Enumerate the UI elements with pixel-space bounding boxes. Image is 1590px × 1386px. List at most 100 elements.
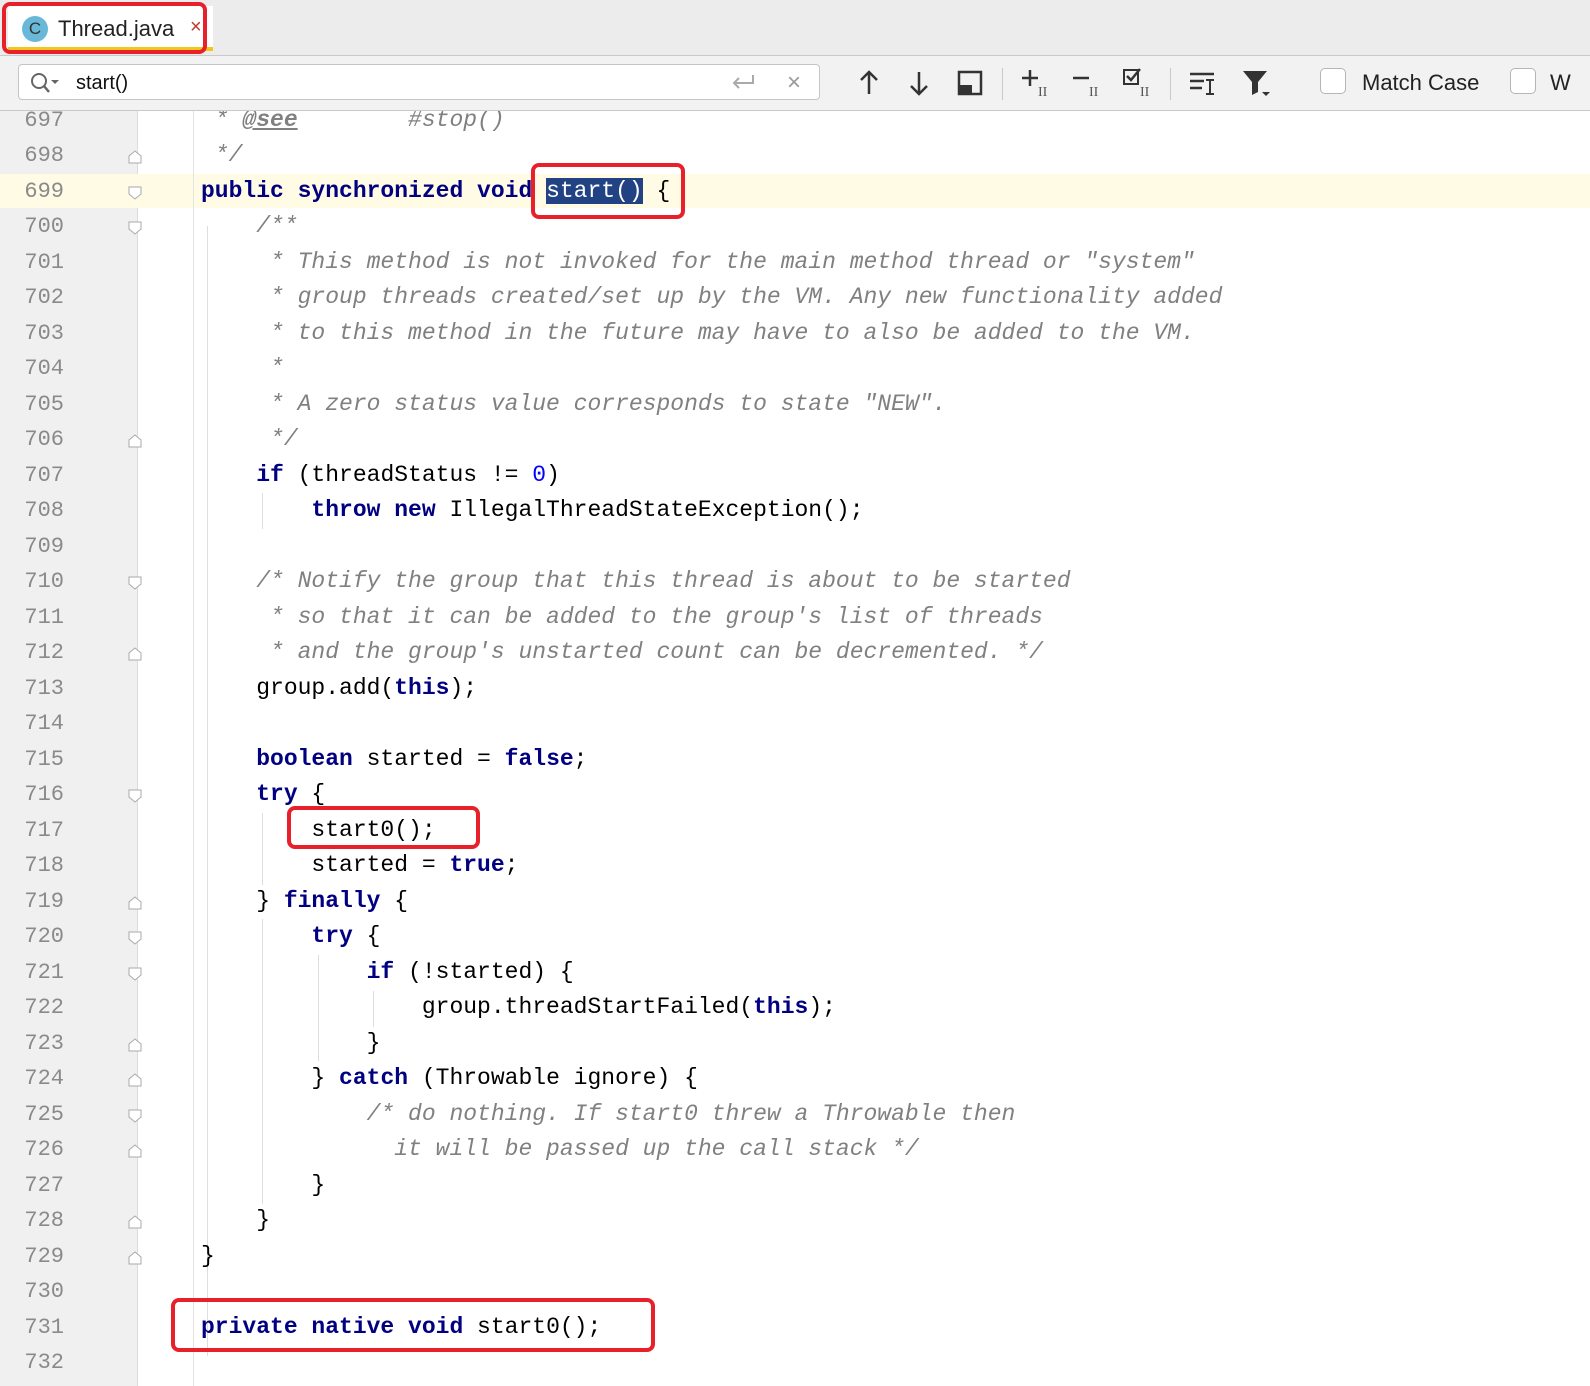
code-line: */ bbox=[201, 142, 243, 168]
line-number: 722 bbox=[24, 995, 64, 1020]
match-case-checkbox[interactable] bbox=[1320, 68, 1346, 94]
fold-end-icon[interactable] bbox=[128, 1251, 142, 1265]
keyword: this bbox=[394, 675, 450, 701]
code-line: it will be passed up the call stack */ bbox=[201, 1136, 919, 1162]
line-number: 698 bbox=[24, 143, 64, 168]
fold-end-icon[interactable] bbox=[128, 1038, 142, 1052]
number-literal: 0 bbox=[532, 462, 547, 488]
line-number: 710 bbox=[24, 569, 64, 594]
code-line: if (!started) { bbox=[201, 955, 574, 991]
svg-text:II: II bbox=[1140, 85, 1150, 100]
line-number: 731 bbox=[24, 1315, 64, 1340]
line-number: 730 bbox=[24, 1279, 64, 1304]
clear-search-icon[interactable]: × bbox=[787, 69, 801, 97]
code-line: * group threads created/set up by the VM… bbox=[201, 284, 1223, 310]
fold-start-icon[interactable] bbox=[128, 576, 142, 590]
line-number: 709 bbox=[24, 534, 64, 559]
line-number: 732 bbox=[24, 1350, 64, 1375]
fold-end-icon[interactable] bbox=[128, 150, 142, 164]
line-number: 713 bbox=[24, 676, 64, 701]
select-all-occurrences-icon[interactable]: II bbox=[1120, 66, 1154, 100]
previous-occurrence-icon[interactable] bbox=[852, 66, 886, 100]
line-number: 719 bbox=[24, 889, 64, 914]
remove-occurrence-icon[interactable]: II bbox=[1069, 66, 1103, 100]
fold-start-icon[interactable] bbox=[128, 789, 142, 803]
keyword: catch bbox=[339, 1065, 409, 1091]
fold-start-icon[interactable] bbox=[128, 1109, 142, 1123]
code-text: { bbox=[352, 923, 381, 949]
code-line: started = true; bbox=[201, 848, 518, 884]
code-text: (Throwable ignore) { bbox=[408, 1065, 698, 1091]
keyword: this bbox=[753, 994, 809, 1020]
fold-end-icon[interactable] bbox=[128, 1073, 142, 1087]
code-text: } bbox=[201, 888, 284, 914]
toolbar-separator bbox=[1170, 68, 1171, 100]
code-line: * bbox=[201, 355, 284, 381]
fold-start-icon[interactable] bbox=[128, 931, 142, 945]
code-line: boolean started = false; bbox=[201, 742, 587, 778]
line-number: 711 bbox=[24, 605, 64, 630]
fold-start-icon[interactable] bbox=[128, 186, 142, 200]
fold-end-icon[interactable] bbox=[128, 647, 142, 661]
code-line: */ bbox=[201, 426, 298, 452]
fold-start-icon[interactable] bbox=[128, 967, 142, 981]
fold-start-icon[interactable] bbox=[128, 221, 142, 235]
code-text: } bbox=[201, 1065, 340, 1091]
line-number: 720 bbox=[24, 924, 64, 949]
code-line: } bbox=[201, 1243, 215, 1269]
code-line: /** bbox=[201, 213, 298, 239]
code-text: group.threadStartFailed( bbox=[201, 994, 754, 1020]
line-number: 703 bbox=[24, 321, 64, 346]
line-number: 715 bbox=[24, 747, 64, 772]
search-history-icon[interactable] bbox=[29, 71, 59, 95]
keyword: true bbox=[449, 852, 505, 878]
line-number: 726 bbox=[24, 1137, 64, 1162]
line-number: 721 bbox=[24, 960, 64, 985]
code-line: /* do nothing. If start0 threw a Throwab… bbox=[201, 1101, 1016, 1127]
fold-end-icon[interactable] bbox=[128, 434, 142, 448]
keyword: throw new bbox=[201, 497, 436, 523]
line-number: 718 bbox=[24, 853, 64, 878]
words-label: W bbox=[1550, 70, 1571, 95]
code-line: throw new IllegalThreadStateException(); bbox=[201, 493, 863, 529]
code-editor[interactable]: 697 698 699 700 701 702 703 704 705 706 … bbox=[0, 111, 1590, 1386]
fold-end-icon[interactable] bbox=[128, 1215, 142, 1229]
line-number: 707 bbox=[24, 463, 64, 488]
line-number: 705 bbox=[24, 392, 64, 417]
code-text: group.add( bbox=[201, 675, 395, 701]
add-occurrence-icon[interactable]: II bbox=[1018, 66, 1052, 100]
search-input[interactable] bbox=[74, 70, 678, 96]
svg-text:II: II bbox=[1089, 85, 1099, 100]
find-all-window-icon[interactable] bbox=[953, 66, 987, 100]
words-checkbox[interactable] bbox=[1510, 68, 1536, 94]
code-line: } catch (Throwable ignore) { bbox=[201, 1061, 698, 1097]
code-line: } bbox=[201, 1030, 381, 1056]
filter-icon[interactable] bbox=[1240, 66, 1274, 100]
fold-guide-line bbox=[193, 111, 194, 1386]
code-text: started = bbox=[352, 746, 505, 772]
code-text: ; bbox=[504, 852, 519, 878]
toolbar-separator bbox=[1002, 68, 1003, 100]
line-number: 727 bbox=[24, 1173, 64, 1198]
code-line: * @see #stop() bbox=[201, 111, 505, 139]
code-line: * to this method in the future may have … bbox=[201, 320, 1195, 346]
line-number: 708 bbox=[24, 498, 64, 523]
fold-end-icon[interactable] bbox=[128, 1144, 142, 1158]
fold-end-icon[interactable] bbox=[128, 896, 142, 910]
line-number: 702 bbox=[24, 285, 64, 310]
code-line: } bbox=[201, 1172, 326, 1198]
code-line: group.add(this); bbox=[201, 671, 477, 707]
keyword: if bbox=[201, 462, 284, 488]
code-line: if (threadStatus != 0) bbox=[201, 458, 560, 494]
new-line-icon[interactable] bbox=[729, 71, 757, 95]
search-scope-icon[interactable] bbox=[1186, 66, 1220, 100]
match-case-label: Match Case bbox=[1362, 70, 1480, 95]
line-number: 697 bbox=[24, 111, 64, 133]
keyword: false bbox=[504, 746, 574, 772]
code-line: try { bbox=[201, 919, 380, 955]
line-number: 717 bbox=[24, 818, 64, 843]
highlight-box-tab bbox=[2, 2, 207, 54]
search-box[interactable]: × bbox=[18, 64, 820, 100]
next-occurrence-icon[interactable] bbox=[902, 66, 936, 100]
code-line: * and the group's unstarted count can be… bbox=[201, 639, 1043, 665]
